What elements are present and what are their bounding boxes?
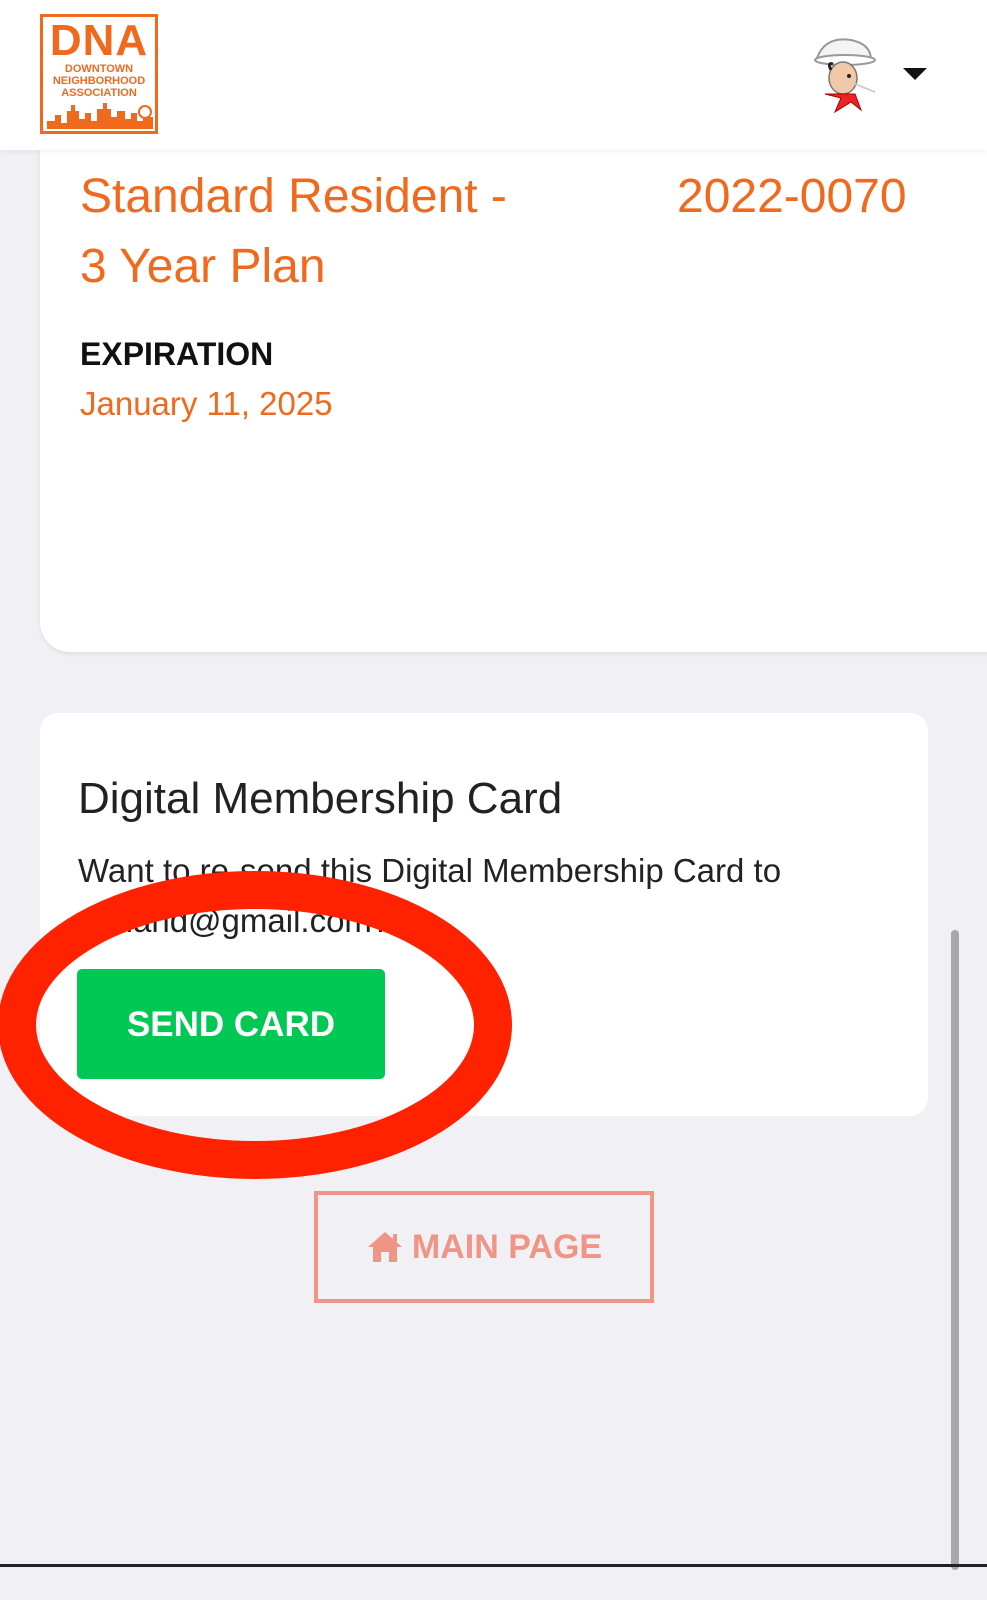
description-line-1: Want to re-send this Digital Membership …	[78, 852, 782, 889]
dna-logo[interactable]: DNA DOWNTOWN NEIGHBORHOOD ASSOCIATION	[40, 14, 158, 134]
digital-card-title: Digital Membership Card	[78, 774, 563, 823]
bottom-divider	[0, 1564, 987, 1567]
header: DNA DOWNTOWN NEIGHBORHOOD ASSOCIATION	[0, 0, 987, 150]
main-page-button[interactable]: MAIN PAGE	[314, 1191, 654, 1303]
logo-big-text: DNA	[49, 16, 149, 65]
expiration-date: January 11, 2025	[80, 385, 333, 422]
home-icon	[367, 1232, 402, 1262]
page: Standard Resident - 3 Year Plan 2022-007…	[0, 0, 987, 1600]
logo-small-text: DOWNTOWN NEIGHBORHOOD ASSOCIATION	[52, 63, 146, 99]
send-card-button[interactable]: SEND CARD	[77, 969, 385, 1079]
description-line-2: ...mand@gmail.com?	[78, 902, 391, 939]
member-number: 2022-0070	[677, 170, 907, 223]
digital-card-description: Want to re-send this Digital Membership …	[78, 846, 858, 946]
skyline-icon	[47, 103, 153, 129]
scrollbar[interactable]	[951, 930, 959, 1570]
plan-name: Standard Resident - 3 Year Plan	[80, 170, 507, 293]
caret-down-icon[interactable]	[903, 68, 927, 80]
expiration-label: EXPIRATION	[80, 336, 274, 372]
avatar[interactable]	[805, 32, 883, 114]
main-page-label: MAIN PAGE	[411, 1227, 603, 1266]
